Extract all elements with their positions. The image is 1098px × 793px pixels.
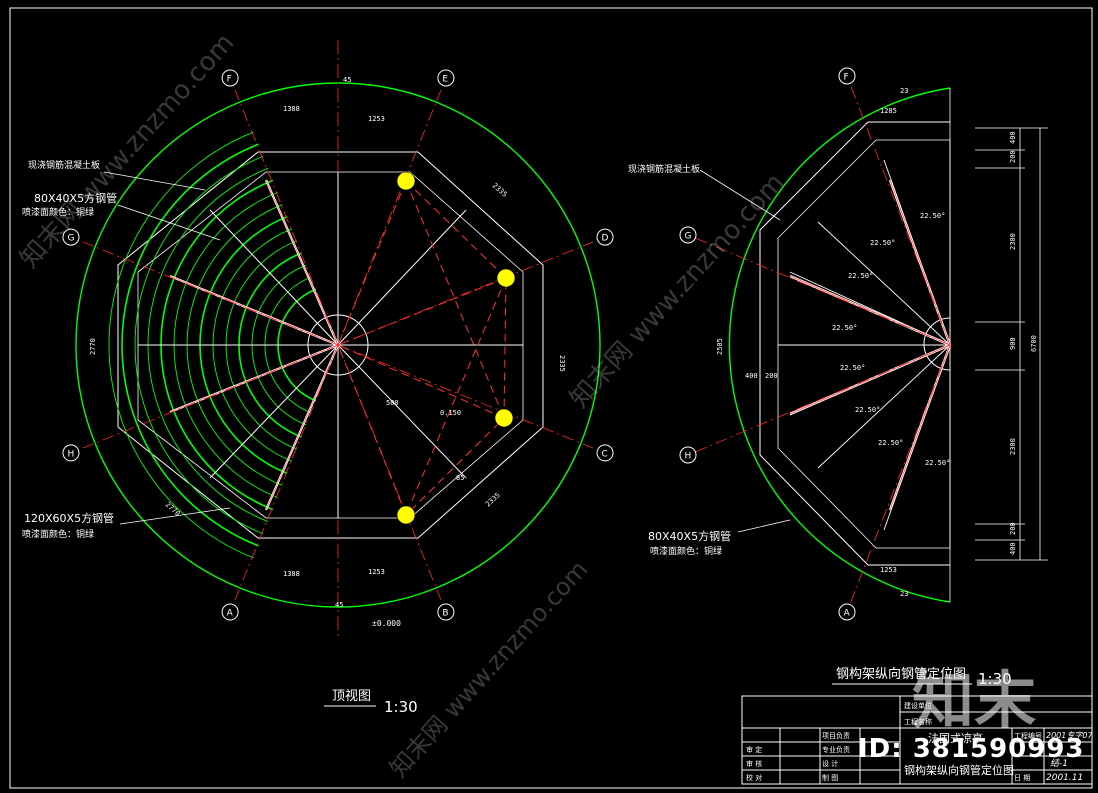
dim-text: 200: [765, 372, 778, 380]
tb-field: 专业负责: [822, 745, 850, 754]
dim-text: 22.50°: [832, 324, 857, 332]
dim-text: 200: [1009, 522, 1017, 535]
dim-text: 45: [343, 76, 351, 84]
dim-text: 2335: [558, 355, 566, 372]
dim-text: 45: [335, 601, 343, 609]
note-concrete: 现浇钢筋混凝土板: [628, 163, 700, 175]
dim-text: 1253: [880, 566, 897, 574]
dim-text: 23: [900, 590, 908, 598]
tb-date-value: 2001.11: [1046, 773, 1083, 783]
dim-text: 6700: [1030, 335, 1038, 352]
dim-text: 1388: [283, 570, 300, 578]
dim-text: 400: [1009, 542, 1017, 555]
axis-bubble-label: C: [602, 449, 608, 459]
axis-bubble-label: A: [844, 609, 851, 619]
note-paint-small: 喷漆面颜色：铜绿: [22, 206, 94, 218]
dim-text: 1253: [368, 115, 385, 123]
axis-bubble-label: G: [67, 234, 74, 244]
dim-text: 1253: [368, 568, 385, 576]
axis-bubble-label: E: [442, 74, 448, 84]
dim-text: 22.50°: [840, 364, 865, 372]
note-paint-large: 喷漆面颜色：铜绿: [22, 528, 94, 540]
tb-field: 设 计: [822, 759, 838, 768]
dim-text: 900: [1009, 337, 1017, 350]
dim-text: 400: [1009, 131, 1017, 144]
dim-text: 2300: [1009, 438, 1017, 455]
note-tube-large: 120X60X5方钢管: [24, 511, 114, 525]
tb-field: 校 对: [746, 773, 762, 782]
node-marker: [396, 505, 416, 525]
dim-text: 23: [900, 87, 908, 95]
watermark-brand: 知末: [912, 664, 1037, 737]
plan-title: 顶视图: [332, 689, 371, 704]
axis-bubble-label: B: [442, 609, 448, 619]
axis-bubble-label: F: [227, 74, 232, 84]
axis-bubble-label: A: [227, 609, 234, 619]
watermark-id: ID: 381590993: [858, 734, 1085, 764]
dim-text: 500: [386, 399, 399, 407]
dim-text: 22.50°: [855, 406, 880, 414]
dim-text: 2770: [89, 338, 97, 355]
tb-field: 项目负责: [822, 731, 850, 740]
dim-text: 400: [745, 372, 758, 380]
note-tube: 80X40X5方钢管: [648, 529, 731, 543]
tb-date-label: 日 期: [1014, 774, 1030, 782]
dim-text: 1388: [283, 105, 300, 113]
dim-text: 200: [1009, 150, 1017, 163]
tb-field: 制 图: [822, 773, 838, 782]
dim-text: 22.50°: [920, 212, 945, 220]
dim-text: 1285: [880, 107, 897, 115]
node-marker: [496, 268, 516, 288]
axis-bubble-label: H: [685, 452, 692, 462]
axis-bubble-label: F: [844, 73, 849, 83]
node-marker: [396, 171, 416, 191]
dim-text: 2300: [1009, 233, 1017, 250]
note-paint: 喷漆面颜色：铜绿: [650, 545, 722, 557]
level-base: ±0.000: [372, 619, 401, 628]
tb-field: 审 核: [746, 759, 762, 768]
tb-drawing: 钢构架纵向钢管定位图: [904, 763, 1014, 777]
dim-text: 22.50°: [848, 272, 873, 280]
tb-field: 审 定: [746, 745, 762, 754]
axis-bubble-label: D: [602, 234, 609, 244]
dim-text: 2505: [716, 338, 724, 355]
node-marker: [494, 408, 514, 428]
level-mark: 0.150: [440, 409, 461, 417]
dim-text: 85: [456, 474, 464, 482]
axis-bubble-label: G: [685, 232, 692, 242]
dim-text: 22.50°: [870, 239, 895, 247]
note-concrete: 现浇钢筋混凝土板: [28, 159, 100, 171]
plan-scale: 1:30: [384, 698, 418, 716]
dim-text: 22.50°: [878, 439, 903, 447]
dim-text: 22.50°: [925, 459, 950, 467]
note-tube-small: 80X40X5方钢管: [34, 191, 117, 205]
axis-bubble-label: H: [67, 449, 74, 459]
